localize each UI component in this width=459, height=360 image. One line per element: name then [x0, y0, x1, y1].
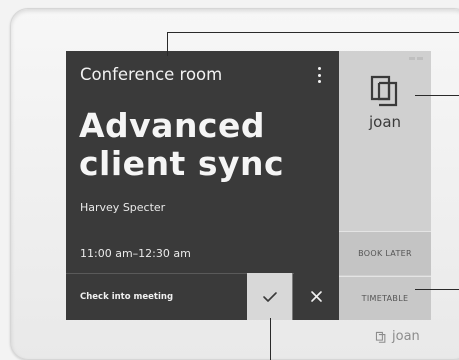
meeting-title-line-2: client sync	[79, 144, 285, 183]
confirm-checkin-button[interactable]	[247, 273, 293, 320]
meeting-time: 11:00 am–12:30 am	[80, 247, 191, 260]
device-screen: Conference room Advanced client sync Har…	[66, 51, 431, 320]
footer-brand: joan	[392, 329, 420, 344]
organizer-name: Harvey Specter	[80, 201, 166, 214]
battery-wifi-status-icons	[409, 57, 423, 60]
timetable-button[interactable]: TIMETABLE	[339, 276, 431, 320]
meeting-panel: Conference room Advanced client sync Har…	[66, 51, 339, 273]
callout-line-room-h	[167, 32, 459, 33]
checkin-label: Check into meeting	[80, 292, 174, 302]
meeting-title: Advanced client sync	[79, 107, 339, 183]
close-icon	[311, 291, 322, 302]
callout-line-room	[167, 32, 168, 56]
joan-logo-icon	[370, 75, 398, 107]
checkmark-icon	[263, 292, 277, 302]
callout-line-checkin	[270, 318, 271, 360]
callout-line-logo	[415, 95, 459, 96]
joan-logo-icon	[375, 331, 386, 343]
footer-logo: joan	[374, 329, 420, 344]
side-panel: joan BOOK LATER TIMETABLE	[339, 51, 431, 320]
brand-name: joan	[368, 113, 402, 131]
callout-line-timetable	[415, 289, 459, 290]
more-vertical-icon[interactable]	[316, 67, 322, 83]
book-later-button[interactable]: BOOK LATER	[339, 231, 431, 275]
checkin-bar: Check into meeting	[66, 273, 339, 320]
meeting-title-line-1: Advanced	[79, 106, 265, 145]
room-name: Conference room	[80, 65, 223, 84]
branding-area: joan	[339, 51, 431, 231]
decline-checkin-button[interactable]	[294, 273, 339, 320]
